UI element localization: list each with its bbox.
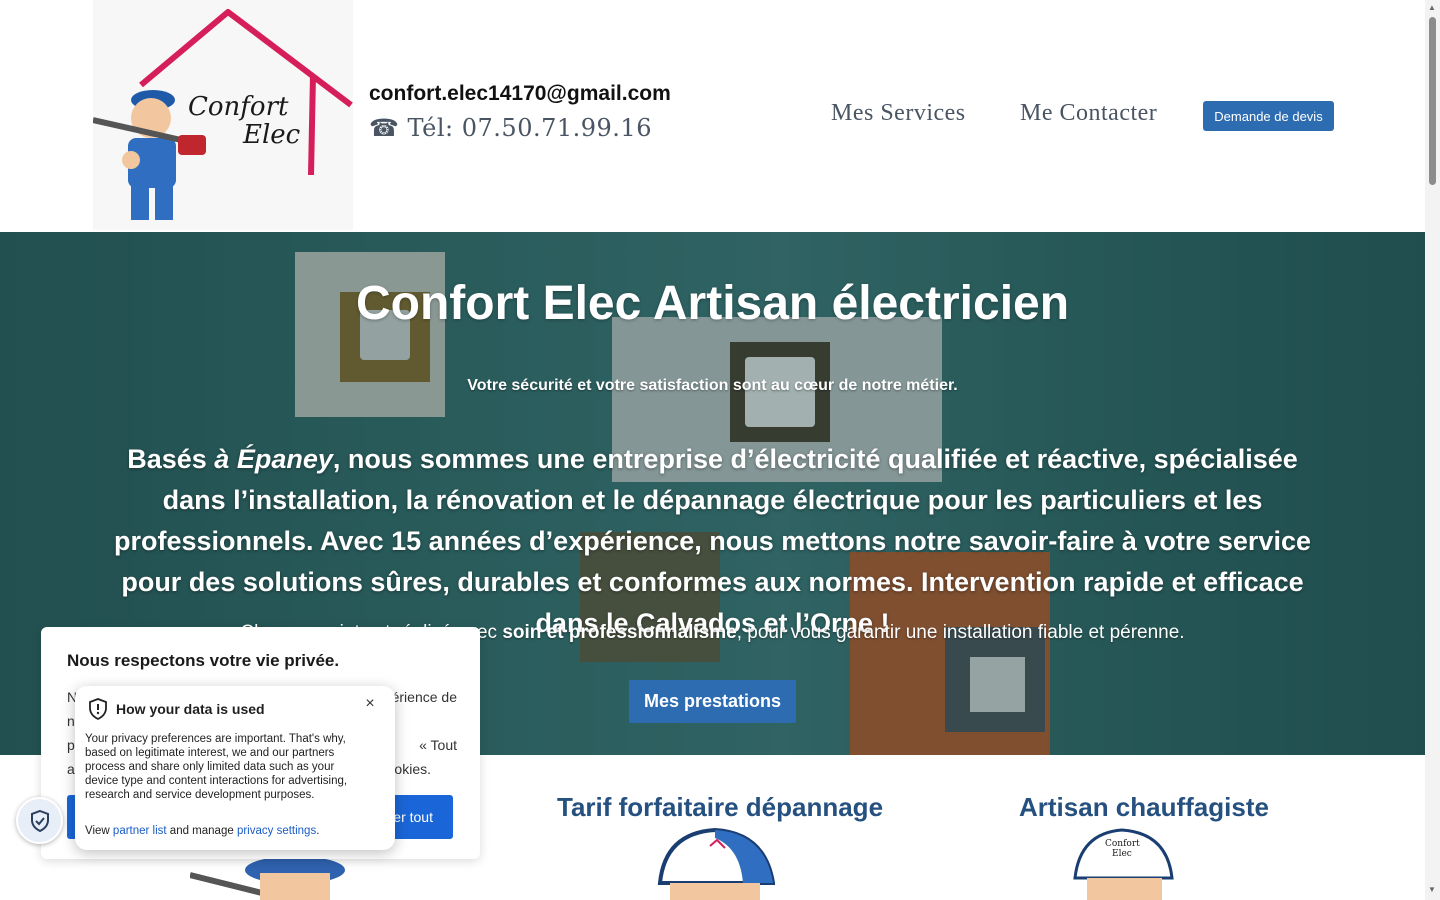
partner-list-link[interactable]: partner list	[113, 825, 167, 837]
popover-footer: View partner list and manage privacy set…	[85, 825, 319, 837]
popover-title: How your data is used	[116, 701, 265, 717]
card-title-chauffagiste[interactable]: Artisan chauffagiste	[1019, 792, 1269, 823]
popover-footer-text: and manage	[166, 825, 237, 837]
scroll-thumb[interactable]	[1429, 17, 1436, 185]
cookie-text-fragment: a	[67, 761, 75, 777]
cookie-text-fragment: okies.	[394, 761, 431, 777]
contact-phone[interactable]: ☎ Tél: 07.50.71.99.16	[369, 114, 652, 142]
cookie-text-fragment: p	[67, 737, 75, 753]
site-header: Confort Elec confort.elec14170@gmail.com…	[0, 0, 1425, 232]
cookie-text-fragment: « Tout	[419, 737, 457, 753]
quote-button[interactable]: Demande de devis	[1203, 101, 1334, 131]
popover-text: Your privacy preferences are important. …	[85, 733, 348, 801]
close-icon[interactable]: ×	[362, 696, 378, 712]
hero-location: à Épaney	[214, 444, 333, 474]
hero-description: Basés à Épaney, nous sommes une entrepri…	[95, 439, 1330, 644]
hero-note-bold: soin et professionnalisme	[502, 622, 737, 643]
cookie-title: Nous respectons votre vie privée.	[67, 651, 340, 670]
mascot-image	[190, 856, 345, 900]
mascot-image: Confort Elec	[1073, 828, 1174, 900]
shield-alert-icon	[89, 698, 107, 720]
hero-title: Confort Elec Artisan électricien	[355, 277, 1070, 330]
nav-contact[interactable]: Me Contacter	[1020, 100, 1157, 127]
hero-subtitle: Votre sécurité et votre satisfaction son…	[467, 377, 958, 394]
logo[interactable]: Confort Elec	[92, 0, 353, 230]
svg-text:Elec: Elec	[1112, 849, 1132, 859]
scroll-up-arrow-icon[interactable]: ▲	[1428, 3, 1436, 12]
nav-services[interactable]: Mes Services	[831, 100, 966, 127]
hero-note-text: , pour vous garantir une installation fi…	[736, 622, 1185, 643]
cookie-text-fragment: n	[67, 713, 75, 729]
popover-footer-text: View	[85, 825, 113, 837]
svg-text:Confort: Confort	[1105, 839, 1140, 849]
shield-check-icon	[30, 809, 49, 832]
mascot-image	[657, 828, 775, 900]
contact-email[interactable]: confort.elec14170@gmail.com	[369, 82, 671, 106]
page-scrollbar[interactable]: ▲ ▼	[1425, 0, 1440, 900]
privacy-shield-button[interactable]	[16, 797, 63, 844]
svg-text:Confort: Confort	[188, 92, 289, 122]
scroll-down-arrow-icon[interactable]: ▼	[1428, 885, 1436, 894]
svg-text:Elec: Elec	[242, 120, 301, 150]
data-usage-popover: How your data is used × Your privacy pre…	[75, 686, 395, 850]
privacy-settings-link[interactable]: privacy settings	[237, 825, 316, 837]
cookie-text-fragment: érience de	[391, 689, 457, 705]
services-button[interactable]: Mes prestations	[629, 680, 796, 723]
hero-description-text: Basés	[127, 444, 215, 474]
card-title-tarif[interactable]: Tarif forfaitaire dépannage	[557, 792, 883, 823]
popover-footer-text: .	[316, 825, 320, 837]
